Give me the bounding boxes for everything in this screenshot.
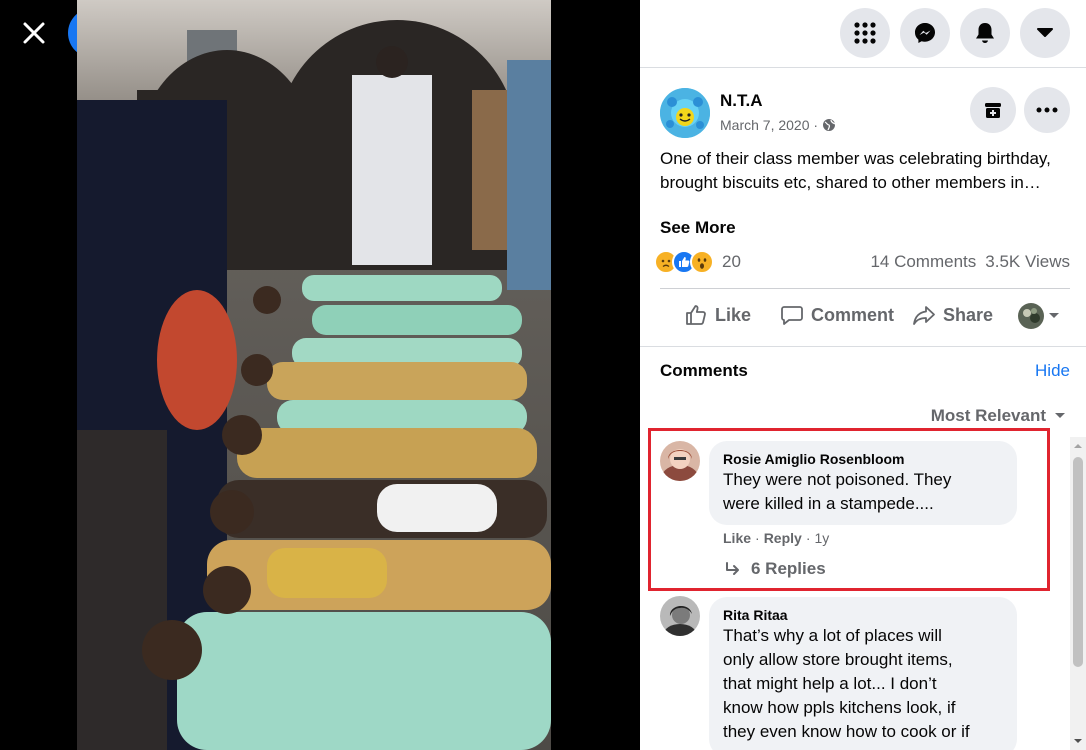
views-count: 3.5K Views [985,252,1070,271]
post-date-text[interactable]: March 7, 2020 · [720,117,818,133]
post-actions: Like Comment Share [640,293,1086,341]
comment-text-line: they even know how to cook or if [723,722,970,741]
comment-label: Comment [811,304,895,325]
scroll-up-icon[interactable] [1070,439,1086,453]
view-replies-link[interactable]: 6 Replies [725,559,826,579]
scrollbar-thumb[interactable] [1073,457,1083,667]
like-label: Like [715,304,752,325]
comment-text-line: They were not poisoned. They [723,470,952,489]
comment-author[interactable]: Rosie Amiglio Rosenbloom [723,450,1003,468]
commenter-avatar[interactable] [660,596,700,636]
hide-comments-link[interactable]: Hide [1035,361,1070,381]
comment-text-line: were killed in a stampede.... [723,494,934,513]
post-panel: N.T.A March 7, 2020 · One of their class… [640,0,1086,750]
comment-text-line: only allow store brought items, [723,650,953,669]
reaction-count: 20 [722,252,741,271]
post-stats: 14 Comments 3.5K Views [870,252,1070,272]
react-as-selector[interactable] [1018,303,1060,329]
comment-bubble: Rosie Amiglio Rosenbloom They were not p… [709,441,1017,525]
post-text: One of their class member was celebratin… [660,149,1051,192]
sort-label: Most Relevant [930,406,1046,425]
profile-avatar-small [1018,303,1044,329]
comment-bubble: Rita Ritaa That’s why a lot of places wi… [709,597,1017,750]
comments-heading: Comments [660,361,748,380]
chevron-down-icon [1055,413,1065,418]
comment-age[interactable]: 1y [814,530,829,546]
close-icon[interactable] [18,17,50,49]
page-avatar[interactable] [660,88,710,138]
like-button[interactable]: Like [684,303,751,327]
more-options-icon[interactable] [1024,87,1070,133]
page-name[interactable]: N.T.A [720,91,763,111]
post-date: March 7, 2020 · [720,117,836,133]
comments-scrollbar[interactable] [1070,437,1086,750]
share-label: Share [943,304,994,325]
comment-text-line: That’s why a lot of places will [723,626,942,645]
top-bar [640,0,1086,68]
reactions-summary[interactable]: 20 [654,250,741,274]
sort-comments-dropdown[interactable]: Most Relevant [931,406,1066,426]
comments-count[interactable]: 14 Comments [870,252,976,272]
messenger-icon[interactable] [900,8,950,58]
wow-reaction-icon [690,250,714,274]
account-dropdown-icon[interactable] [1020,8,1070,58]
apps-grid-icon[interactable] [840,8,890,58]
notifications-bell-icon[interactable] [960,8,1010,58]
share-icon [913,306,935,325]
comment-author[interactable]: Rita Ritaa [723,606,1003,624]
reply-arrow-icon [726,562,739,575]
globe-icon [823,119,836,131]
media-viewer [0,0,640,750]
see-more-link[interactable]: See More [660,218,736,238]
divider [660,288,1070,289]
comment-meta: Like · Reply · 1y [723,530,830,546]
share-button[interactable]: Share [912,303,993,327]
comment-button[interactable]: Comment [780,303,894,327]
comment-reply-link[interactable]: Reply [764,530,802,546]
replies-count: 6 Replies [751,559,826,578]
comment-like-link[interactable]: Like [723,530,751,546]
save-post-icon[interactable] [970,87,1016,133]
chevron-down-icon [1049,313,1059,318]
section-divider [640,346,1086,347]
comment-text-line: know how ppls kitchens look, if [723,698,956,717]
post-photo[interactable] [77,0,551,750]
scroll-down-icon[interactable] [1070,734,1086,748]
comment-text-line: that might help a lot... I don’t [723,674,937,693]
comment-icon [781,306,803,325]
thumbs-up-icon [686,305,706,325]
commenter-avatar[interactable] [660,441,700,481]
